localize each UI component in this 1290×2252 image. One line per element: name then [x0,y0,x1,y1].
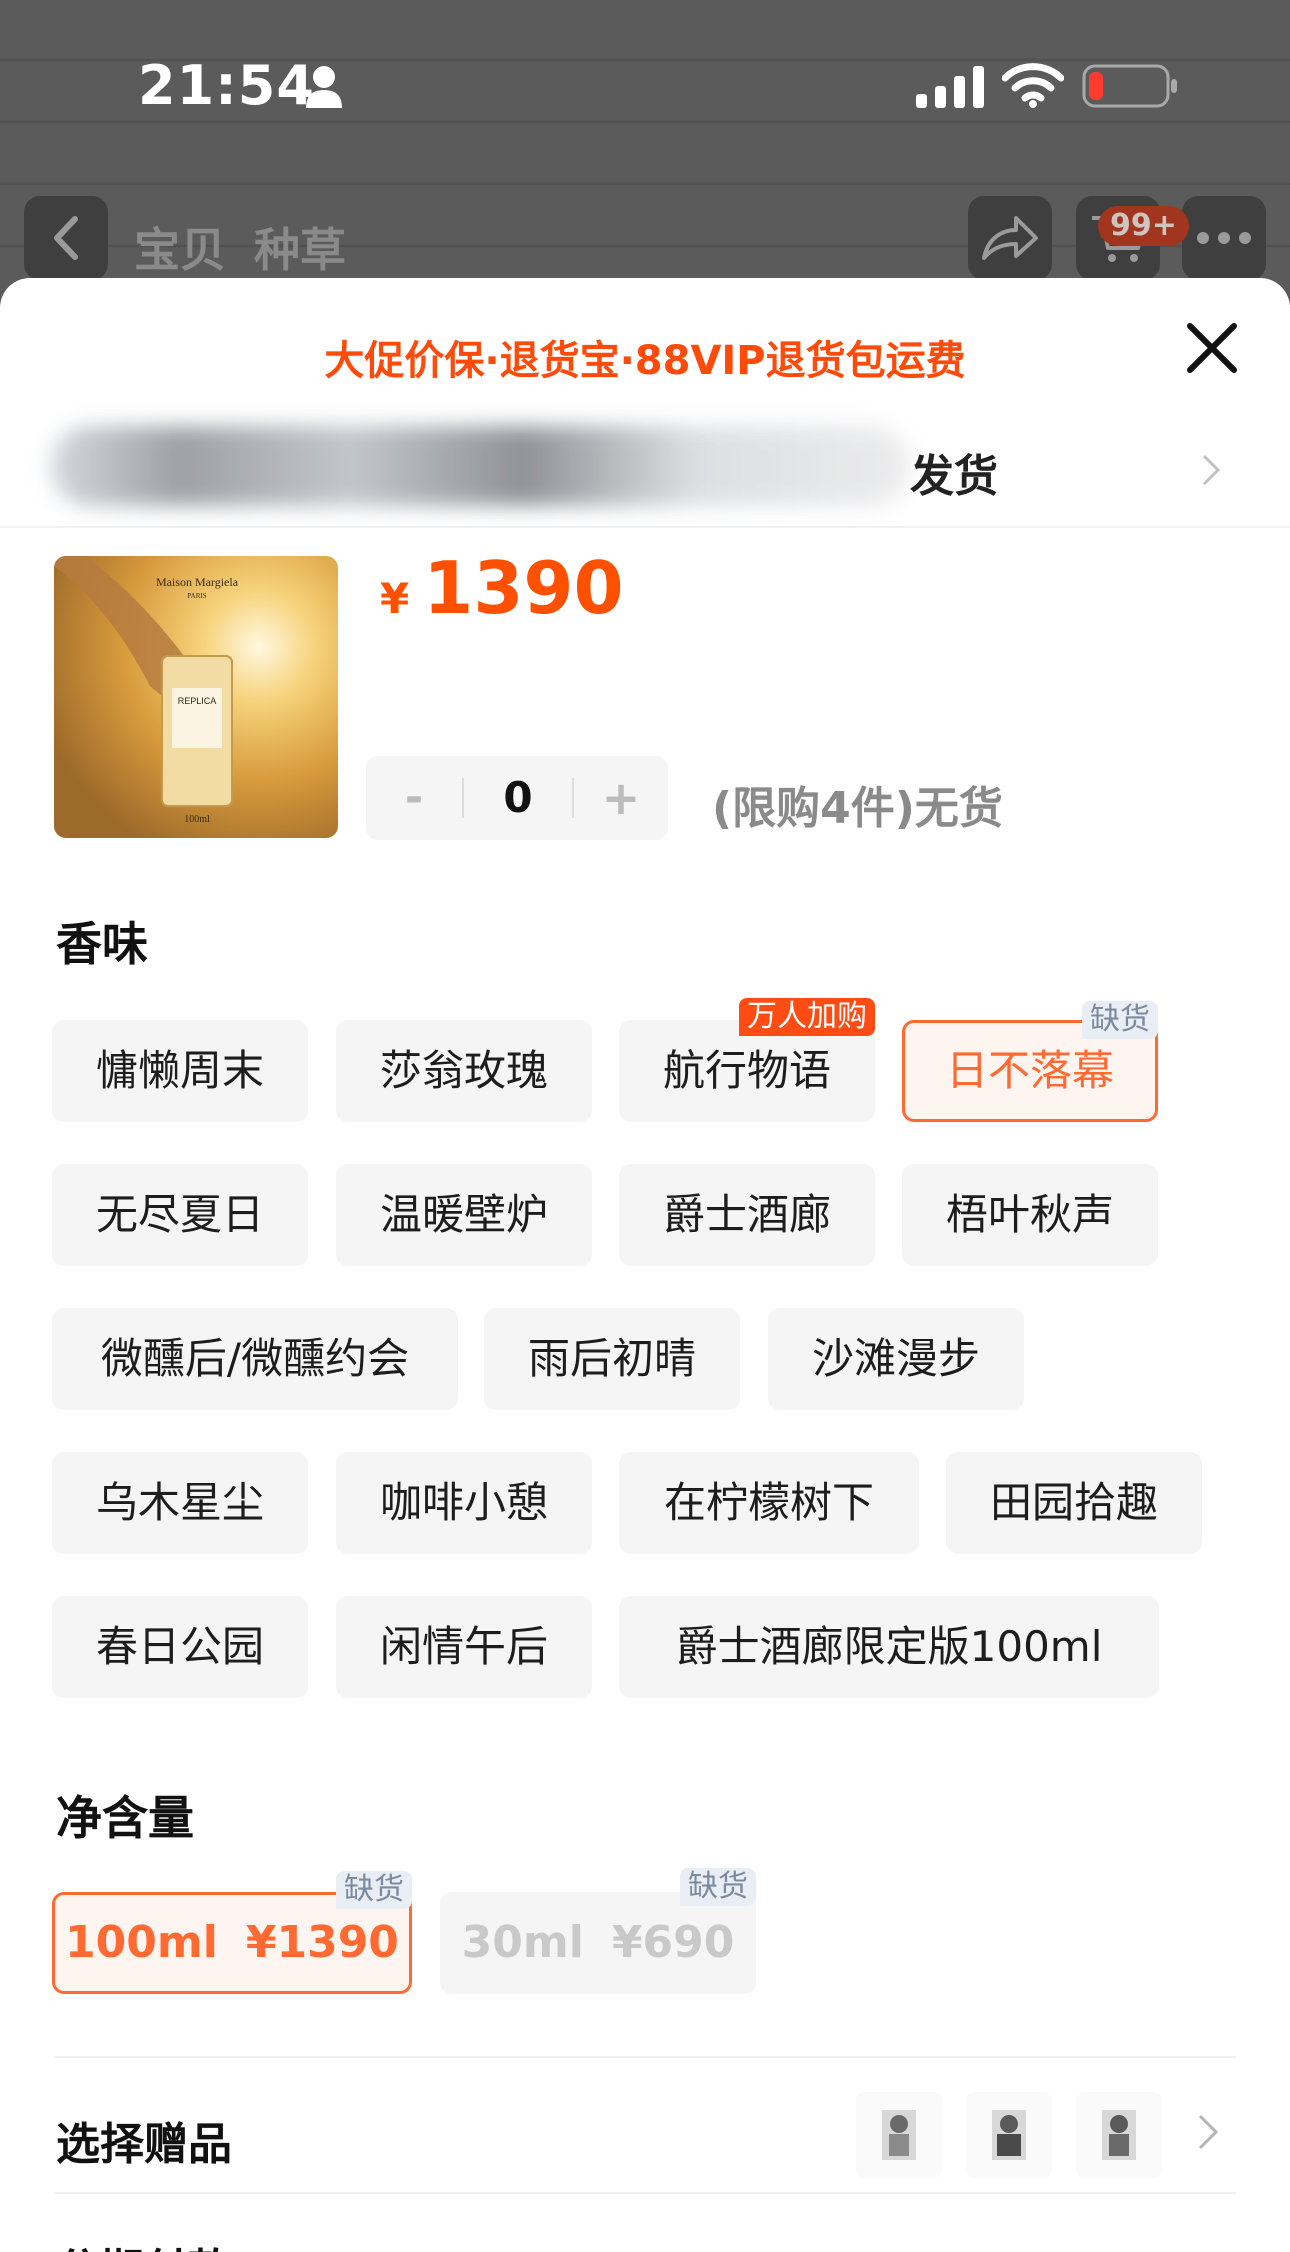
status-time: 21:54 [138,54,315,117]
scent-label: 沙滩漫步 [811,1334,980,1383]
scent-option[interactable]: 爵士酒廊 [619,1164,875,1266]
svg-text:Maison Margiela: Maison Margiela [156,575,239,589]
svg-text:PARIS: PARIS [187,592,206,600]
more-button[interactable] [1182,196,1266,280]
scent-label: 梧叶秋声 [945,1190,1114,1239]
scent-option[interactable]: 沙滩漫步 [768,1308,1024,1410]
size-option-selected[interactable]: 100ml ¥1390 缺货 [52,1871,412,1994]
scent-option[interactable]: 航行物语 万人加购 [619,998,875,1122]
scent-label: 温暖壁炉 [379,1190,548,1239]
size-option-disabled[interactable]: 30ml ¥690 缺货 [440,1868,756,1994]
svg-text:REPLICA: REPLICA [178,696,217,706]
more-icon [1197,232,1251,244]
product-image[interactable]: Maison Margiela PARIS REPLICA 100ml [54,556,338,838]
scent-option[interactable]: 微醺后/微醺约会 [52,1308,458,1410]
gift-thumbnail [966,2092,1052,2178]
price: ¥1390 [380,546,624,630]
divider [54,2192,1236,2194]
share-button[interactable] [968,196,1052,280]
scent-option[interactable]: 爵士酒廊限定版100ml [619,1596,1159,1698]
gift-thumbnail [856,2092,942,2178]
nav-bar: 宝贝 种草 [0,196,1290,286]
quantity-value[interactable]: 0 [464,756,572,840]
quantity-stepper: - 0 + [366,756,668,840]
gift-thumbnail [1076,2092,1162,2178]
size-label: 30ml [461,1917,584,1968]
scent-option[interactable]: 乌木星尘 [52,1452,308,1554]
size-price: ¥1390 [245,1917,399,1968]
scent-option[interactable]: 雨后初晴 [484,1308,740,1410]
scent-option[interactable]: 无尽夏日 [52,1164,308,1266]
scent-label: 春日公园 [95,1622,264,1671]
decrease-button[interactable]: - [366,756,462,840]
cart-badge: 99+ [1098,206,1189,246]
promo-banner: 大促价保·退货宝·88VIP退货包运费 [324,338,966,384]
scent-label: 慵懒周末 [95,1046,264,1095]
hot-tag: 万人加购 [739,998,875,1036]
signal-icon [916,66,984,108]
gift-row[interactable]: 选择赠品 [0,2068,1290,2198]
scent-label: 在柠檬树下 [663,1478,874,1527]
out-of-stock-tag: 缺货 [1082,1001,1158,1039]
scent-label: 乌木星尘 [95,1478,264,1527]
size-section-title: 净含量 [56,1791,194,1845]
gift-label: 选择赠品 [56,2119,232,2170]
purchase-limit-text: (限购4件)无货 [712,783,1003,834]
scent-label: 无尽夏日 [95,1190,264,1239]
size-label: 100ml [65,1917,218,1968]
scent-option[interactable]: 在柠檬树下 [619,1452,919,1554]
increase-button[interactable]: + [574,756,668,840]
back-button[interactable] [24,196,108,280]
size-price: ¥690 [611,1917,735,1968]
divider [54,2056,1236,2058]
scent-label: 雨后初晴 [527,1334,696,1383]
share-icon [982,216,1038,260]
scent-label: 爵士酒廊限定版100ml [675,1622,1103,1671]
scent-option[interactable]: 梧叶秋声 [902,1164,1158,1266]
scent-option[interactable]: 闲情午后 [336,1596,592,1698]
chevron-right-icon [1198,2114,1219,2150]
scent-option[interactable]: 咖啡小憩 [336,1452,592,1554]
scent-option[interactable]: 温暖壁炉 [336,1164,592,1266]
price-currency: ¥ [380,574,410,623]
person-icon [306,66,342,108]
scent-label: 航行物语 [662,1046,831,1095]
battery-icon [1082,64,1177,108]
out-of-stock-tag: 缺货 [336,1871,412,1909]
blurred-shipping-info [50,426,910,506]
scent-label: 田园拾趣 [989,1478,1158,1527]
shipping-row[interactable]: 发货 [0,408,1290,528]
sku-sheet: 大促价保·退货宝·88VIP退货包运费 发货 Maison Margiela P… [0,278,1290,2252]
price-value: 1390 [423,546,624,630]
scent-option[interactable]: 春日公园 [52,1596,308,1698]
scent-option[interactable]: 田园拾趣 [946,1452,1202,1554]
tab-zhongcao[interactable]: 种草 [254,214,346,280]
scent-option[interactable]: 莎翁玫瑰 [336,1020,592,1122]
scent-label: 莎翁玫瑰 [379,1046,548,1095]
out-of-stock-tag: 缺货 [680,1868,756,1906]
close-icon[interactable] [1182,318,1242,378]
scent-label: 咖啡小憩 [379,1478,548,1527]
tab-baobei[interactable]: 宝贝 [134,214,226,280]
installment-section-title: 分期付款 [56,2234,232,2252]
scent-label: 微醺后/微醺约会 [100,1334,410,1383]
status-bar: 21:54 [0,0,1290,170]
scent-label: 日不落幕 [945,1046,1114,1095]
scent-option-selected[interactable]: 日不落幕 缺货 [902,1001,1158,1122]
svg-text:100ml: 100ml [184,814,210,825]
chevron-right-icon [1202,454,1221,486]
scent-label: 闲情午后 [379,1622,548,1671]
back-icon [54,216,78,260]
scent-label: 爵士酒廊 [662,1190,831,1239]
shipping-suffix: 发货 [910,451,998,502]
scent-option[interactable]: 慵懒周末 [52,1020,308,1122]
scent-section-title: 香味 [56,917,148,971]
wifi-icon [1002,63,1064,108]
